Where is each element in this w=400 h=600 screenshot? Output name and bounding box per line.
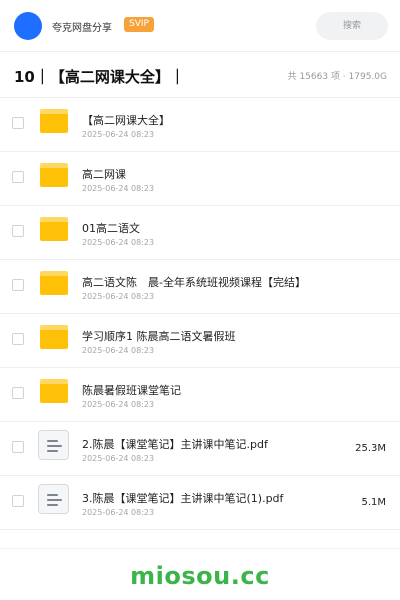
list-item[interactable]: 【高二网课大全】 2025-06-24 08:23 [0, 98, 400, 152]
item-checkbox[interactable] [12, 333, 24, 345]
file-date: 2025-06-24 08:23 [82, 400, 155, 409]
file-date: 2025-06-24 08:23 [82, 292, 155, 301]
list-item[interactable]: 2.陈晨【课堂笔记】主讲课中笔记.pdf 2025-06-24 08:23 25… [0, 422, 400, 476]
list-item[interactable]: 3.陈晨【课堂笔记】主讲课中笔记(1).pdf 2025-06-24 08:23… [0, 476, 400, 530]
item-checkbox[interactable] [12, 171, 24, 183]
item-checkbox[interactable] [12, 117, 24, 129]
file-name[interactable]: 高二语文陈 晨-全年系统班视频课程【完结】 [82, 274, 306, 290]
folder-icon [40, 325, 68, 349]
file-date: 2025-06-24 08:23 [82, 508, 155, 517]
footer-divider [0, 548, 400, 549]
search-input[interactable] [316, 12, 388, 40]
list-item[interactable]: 01高二语文 2025-06-24 08:23 [0, 206, 400, 260]
item-checkbox[interactable] [12, 495, 24, 507]
list-item[interactable]: 高二网课 2025-06-24 08:23 [0, 152, 400, 206]
file-size: 5.1M [361, 497, 386, 508]
list-item[interactable]: 高二语文陈 晨-全年系统班视频课程【完结】 2025-06-24 08:23 [0, 260, 400, 314]
owner-name[interactable]: 夸克网盘分享 [52, 19, 112, 34]
file-size: 25.3M [355, 443, 386, 454]
file-name[interactable]: 陈晨暑假班课堂笔记 [82, 382, 181, 398]
list-item[interactable]: 陈晨暑假班课堂笔记 2025-06-24 08:23 [0, 368, 400, 422]
file-list: 【高二网课大全】 2025-06-24 08:23 高二网课 2025-06-2… [0, 98, 400, 530]
item-checkbox[interactable] [12, 279, 24, 291]
item-checkbox[interactable] [12, 225, 24, 237]
item-checkbox[interactable] [12, 387, 24, 399]
document-icon [38, 430, 69, 460]
file-date: 2025-06-24 08:23 [82, 130, 155, 139]
folder-stats: 共 15663 项 · 1795.0G [287, 72, 387, 82]
list-item[interactable]: 学习顺序1 陈晨高二语文暑假班 2025-06-24 08:23 [0, 314, 400, 368]
file-name[interactable]: 学习顺序1 陈晨高二语文暑假班 [82, 328, 236, 344]
folder-icon [40, 217, 68, 241]
file-name[interactable]: 3.陈晨【课堂笔记】主讲课中笔记(1).pdf [82, 490, 283, 506]
svip-badge: SVIP [124, 17, 154, 32]
share-page: 夸克网盘分享 SVIP 10｜【高二网课大全】｜ 共 15663 项 · 179… [0, 0, 400, 600]
folder-title: 10｜【高二网课大全】｜ [14, 68, 185, 86]
file-date: 2025-06-24 08:23 [82, 184, 155, 193]
file-name[interactable]: 高二网课 [82, 166, 126, 182]
folder-icon [40, 379, 68, 403]
header: 夸克网盘分享 SVIP [0, 0, 400, 52]
file-date: 2025-06-24 08:23 [82, 454, 155, 463]
folder-icon [40, 271, 68, 295]
avatar[interactable] [14, 12, 42, 40]
file-date: 2025-06-24 08:23 [82, 346, 155, 355]
file-name[interactable]: 01高二语文 [82, 220, 140, 236]
file-name[interactable]: 2.陈晨【课堂笔记】主讲课中笔记.pdf [82, 436, 268, 452]
item-checkbox[interactable] [12, 441, 24, 453]
folder-icon [40, 163, 68, 187]
document-icon [38, 484, 69, 514]
file-date: 2025-06-24 08:23 [82, 238, 155, 247]
file-name[interactable]: 【高二网课大全】 [82, 112, 170, 128]
site-watermark: miosou.cc [130, 562, 270, 590]
folder-title-row: 10｜【高二网课大全】｜ 共 15663 项 · 1795.0G [0, 52, 400, 98]
folder-icon [40, 109, 68, 133]
